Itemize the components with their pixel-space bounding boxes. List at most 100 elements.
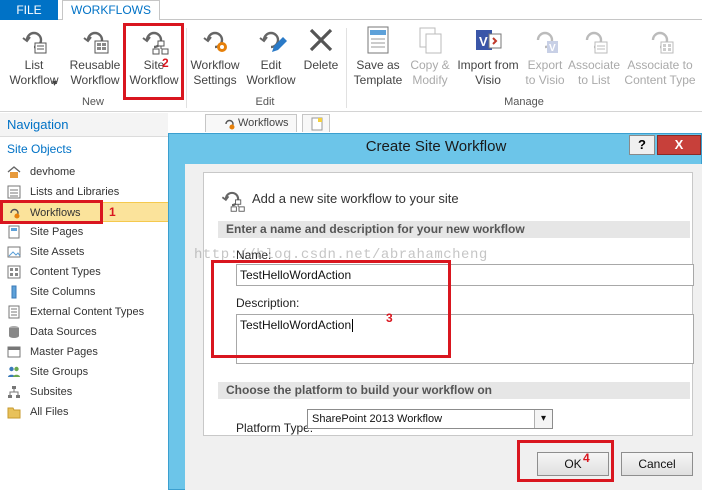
import-from-visio-label: Import from Visio xyxy=(457,58,519,87)
subsites-icon xyxy=(7,385,21,399)
nav-item-subsites[interactable]: Subsites xyxy=(0,382,168,402)
master-pages-icon xyxy=(7,345,21,359)
chevron-down-icon[interactable]: ▾ xyxy=(534,410,552,428)
workflow-settings-button[interactable]: Workflow Settings xyxy=(188,24,242,96)
svg-text:V: V xyxy=(549,43,556,54)
export-to-visio-label: Export to Visio xyxy=(525,58,565,87)
workflow-settings-label: Workflow Settings xyxy=(190,58,240,87)
list-workflow-icon xyxy=(18,24,50,56)
folder-icon xyxy=(7,405,21,419)
tab-workflows[interactable]: WORKFLOWS xyxy=(62,0,160,21)
delete-icon xyxy=(305,24,337,56)
annotation-box xyxy=(211,260,451,358)
nav-item-label: devhome xyxy=(30,166,76,178)
dialog-title: Create Site Workflow xyxy=(365,138,507,155)
associate-to-list-button[interactable]: Associate to List xyxy=(568,24,620,96)
nav-item-site-pages[interactable]: Site Pages xyxy=(0,222,168,242)
delete-button[interactable]: Delete xyxy=(300,24,342,96)
annotation-number: 1 xyxy=(109,205,116,219)
delete-label: Delete xyxy=(303,58,339,72)
new-tab-button[interactable] xyxy=(302,114,330,132)
page-icon xyxy=(7,225,21,239)
associate-to-content-type-label: Associate to Content Type xyxy=(624,58,696,87)
import-from-visio-button[interactable]: V Import from Visio xyxy=(454,24,522,96)
visio-import-icon: V xyxy=(472,24,504,56)
database-icon xyxy=(7,325,21,339)
tab-workflows-document[interactable]: Workflows xyxy=(205,114,297,132)
site-workflow-icon xyxy=(218,185,246,213)
nav-item-devhome[interactable]: devhome xyxy=(0,162,168,182)
nav-item-label: External Content Types xyxy=(30,306,145,318)
edit-workflow-label: Edit Workflow xyxy=(246,58,296,87)
annotation-number: 2 xyxy=(162,56,169,70)
nav-item-label: Lists and Libraries xyxy=(30,186,120,198)
annotation-box xyxy=(517,440,614,482)
list-icon xyxy=(7,185,21,199)
page-icon xyxy=(310,117,324,134)
assets-icon xyxy=(7,245,21,259)
groups-icon xyxy=(7,365,21,379)
reusable-workflow-button[interactable]: Reusable Workflow xyxy=(66,24,124,96)
ribbon-tab-bar: FILE WORKFLOWS xyxy=(0,0,702,21)
platform-type-label: Platform Type: xyxy=(236,421,314,435)
visio-export-icon: V xyxy=(529,24,561,56)
group-label-manage: Manage xyxy=(504,96,544,108)
nav-item-master-pages[interactable]: Master Pages xyxy=(0,342,168,362)
nav-item-label: All Files xyxy=(30,406,69,418)
associate-to-list-label: Associate to List xyxy=(568,58,621,87)
nav-item-lists-and-libraries[interactable]: Lists and Libraries xyxy=(0,182,168,202)
nav-item-external-content-types[interactable]: External Content Types xyxy=(0,302,168,322)
edit-workflow-icon xyxy=(255,24,287,56)
nav-item-content-types[interactable]: Content Types xyxy=(0,262,168,282)
home-icon xyxy=(7,165,21,179)
save-as-template-label: Save as Template xyxy=(353,58,403,87)
platform-type-value: SharePoint 2013 Workflow xyxy=(312,413,443,425)
nav-item-site-columns[interactable]: Site Columns xyxy=(0,282,168,302)
reusable-workflow-label: Reusable Workflow xyxy=(69,58,121,87)
list-workflow-button[interactable]: List Workflow ▾ xyxy=(8,24,60,96)
associate-list-icon xyxy=(578,24,610,56)
annotation-box xyxy=(123,23,184,100)
associate-to-content-type-button[interactable]: Associate to Content Type xyxy=(620,24,700,96)
nav-item-data-sources[interactable]: Data Sources xyxy=(0,322,168,342)
section-platform: Choose the platform to build your workfl… xyxy=(218,382,690,399)
site-objects-heading: Site Objects xyxy=(7,142,72,156)
tab-file[interactable]: FILE xyxy=(0,0,58,20)
annotation-number: 4 xyxy=(583,451,590,465)
nav-item-label: Data Sources xyxy=(30,326,97,338)
nav-item-label: Master Pages xyxy=(30,346,98,358)
annotation-number: 3 xyxy=(386,311,393,325)
external-icon xyxy=(7,305,21,319)
nav-item-all-files[interactable]: All Files xyxy=(0,402,168,422)
navigation-header[interactable]: Navigation xyxy=(0,113,168,137)
nav-item-label: Site Groups xyxy=(30,366,89,378)
save-template-icon xyxy=(362,24,394,56)
nav-item-label: Site Pages xyxy=(30,226,84,238)
svg-text:V: V xyxy=(479,34,488,49)
copy-icon xyxy=(414,24,446,56)
export-to-visio-button[interactable]: V Export to Visio xyxy=(522,24,568,96)
nav-item-label: Site Columns xyxy=(30,286,96,298)
ribbon: List Workflow ▾ Reusable Workflow Site W… xyxy=(0,20,702,112)
dialog-heading: Add a new site workflow to your site xyxy=(252,191,459,206)
copy-modify-button[interactable]: Copy & Modify xyxy=(406,24,454,96)
nav-item-label: Subsites xyxy=(30,386,73,398)
save-as-template-button[interactable]: Save as Template xyxy=(352,24,404,96)
nav-item-site-assets[interactable]: Site Assets xyxy=(0,242,168,262)
workflow-settings-icon xyxy=(199,24,231,56)
edit-workflow-button[interactable]: Edit Workflow xyxy=(244,24,298,96)
cancel-button[interactable]: Cancel xyxy=(621,452,693,476)
section-name-description: Enter a name and description for your ne… xyxy=(218,221,690,238)
annotation-box xyxy=(0,200,103,224)
reusable-workflow-icon xyxy=(79,24,111,56)
nav-item-site-groups[interactable]: Site Groups xyxy=(0,362,168,382)
close-button[interactable]: X xyxy=(657,135,701,155)
help-button[interactable]: ? xyxy=(629,135,655,155)
doc-tab-label: Workflows xyxy=(238,117,289,129)
platform-type-select[interactable]: SharePoint 2013 Workflow ▾ xyxy=(307,409,553,429)
content-types-icon xyxy=(7,265,21,279)
nav-item-label: Site Assets xyxy=(30,246,85,258)
group-label-edit: Edit xyxy=(255,96,275,108)
associate-content-type-icon xyxy=(644,24,676,56)
chevron-down-icon: ▾ xyxy=(52,78,58,89)
